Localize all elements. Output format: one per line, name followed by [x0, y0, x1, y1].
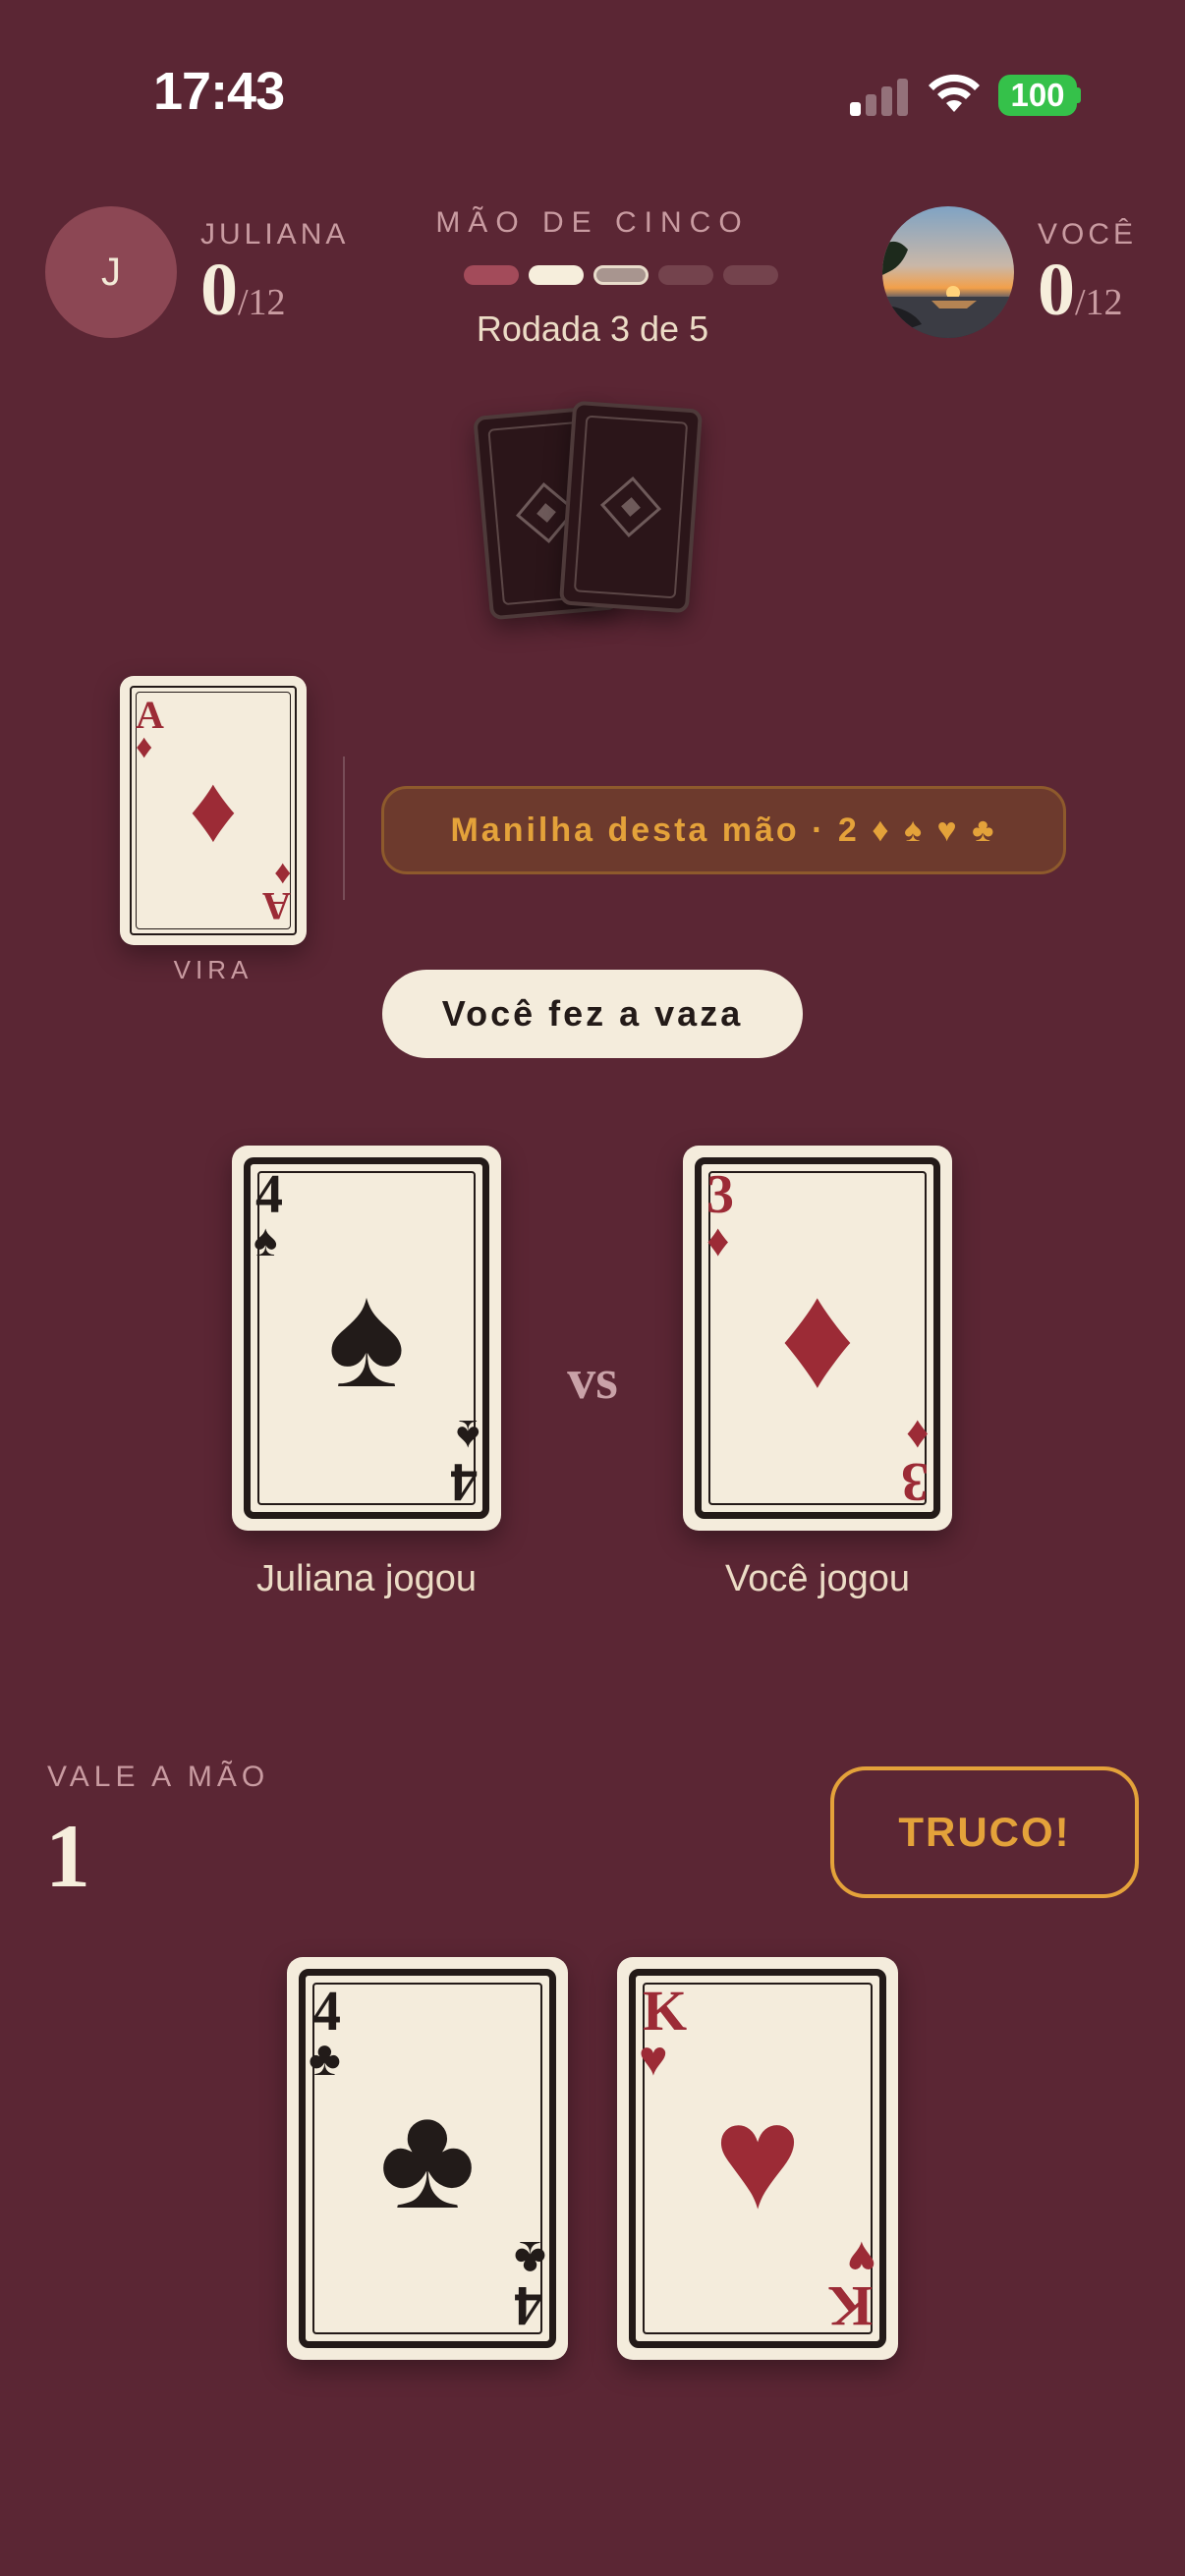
- spade-icon: ♠: [254, 1215, 278, 1265]
- vira-suit-center: ♦: [189, 756, 238, 862]
- stake-label: VALE A MÃO: [47, 1761, 270, 1793]
- round-pip: [529, 265, 584, 285]
- spade-icon: ♠: [327, 1256, 406, 1419]
- opponent-score: 0/12: [200, 248, 286, 333]
- round-text: Rodada 3 de 5: [476, 308, 709, 349]
- diamond-icon: ♦: [706, 1215, 730, 1265]
- round-pip: [658, 265, 713, 285]
- vira-label: VIRA: [173, 955, 254, 984]
- club-icon: ♣: [378, 2077, 477, 2240]
- player-score-value: 0: [1038, 249, 1075, 331]
- status-time: 17:43: [153, 62, 285, 121]
- stake-value: 1: [45, 1806, 90, 1906]
- diamond-icon: ♦: [779, 1256, 856, 1419]
- manilha-badge: Manilha desta mão · 2 ♦ ♠ ♥ ♣: [381, 786, 1066, 874]
- round-pip: [464, 265, 519, 285]
- truco-button[interactable]: TRUCO!: [830, 1766, 1139, 1898]
- opponent-played-label: Juliana jogou: [256, 1558, 477, 1599]
- opponent-played-card: 4 ♠ ♠ ♠ 4: [232, 1146, 501, 1531]
- player-score-max: /12: [1075, 282, 1123, 323]
- vira-suit-small: ♦: [136, 729, 153, 765]
- game-mode-title: MÃO DE CINCO: [435, 206, 750, 239]
- player-avatar: [882, 206, 1014, 338]
- hand-card-1[interactable]: 4 ♣ ♣ ♣ 4: [287, 1957, 568, 2360]
- card-rank: 3: [706, 1164, 734, 1225]
- battery-tip: [1076, 87, 1081, 103]
- player-played-card: 3 ♦ ♦ ♦ 3: [683, 1146, 952, 1531]
- round-pip: [593, 265, 649, 285]
- card-rank: K: [827, 2274, 873, 2338]
- sunset-photo: [882, 206, 1014, 338]
- battery-indicator: 100: [998, 75, 1077, 116]
- player-played-label: Você jogou: [724, 1558, 911, 1599]
- opponent-score-value: 0: [200, 249, 238, 331]
- opponent-name: JULIANA: [200, 218, 350, 251]
- divider: [343, 756, 345, 900]
- wifi-icon: [929, 74, 980, 112]
- opponent-avatar: J: [45, 206, 177, 338]
- card-rank: 4: [255, 1164, 283, 1225]
- player-score: 0/12: [1038, 248, 1123, 333]
- round-pip: [723, 265, 778, 285]
- deck-card-back: [558, 400, 704, 614]
- hand-card-2[interactable]: K ♥ ♥ ♥ K: [617, 1957, 898, 2360]
- deck: [462, 393, 727, 629]
- heart-icon: ♥: [639, 2031, 668, 2086]
- trick-result-toast: Você fez a vaza: [382, 970, 803, 1058]
- club-icon: ♣: [309, 2031, 341, 2086]
- opponent-score-max: /12: [238, 282, 286, 323]
- vira-rank: A: [262, 884, 291, 928]
- card-rank: 4: [514, 2274, 542, 2338]
- cellular-signal-icon: [850, 77, 909, 116]
- heart-icon: ♥: [713, 2077, 802, 2240]
- card-rank: 3: [901, 1451, 929, 1512]
- vira-card: A ♦ ♦ ♦ A: [120, 676, 307, 945]
- player-name: VOCÊ: [1038, 218, 1138, 251]
- versus-label: vs: [567, 1347, 618, 1411]
- card-rank: 4: [450, 1451, 478, 1512]
